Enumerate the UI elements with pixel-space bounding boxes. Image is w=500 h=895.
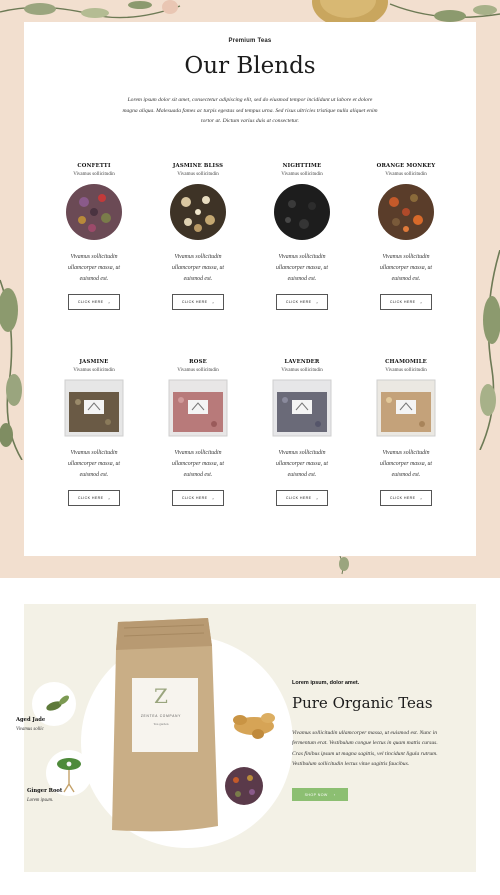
button-label: CLICK HERE <box>181 300 208 304</box>
product-name: ORANGE MONKEY <box>376 163 436 169</box>
click-here-button[interactable]: CLICK HERE › <box>172 490 224 506</box>
tea-blend-icon <box>225 767 263 805</box>
button-label: SHOP NOW <box>304 792 328 797</box>
product-name: CHAMOMILE <box>385 359 427 365</box>
product-card-jasmine: JASMINE Vivamus sollicitudin Vivamus sol… <box>54 359 134 506</box>
blends-card: Premium Teas Our Blends Lorem ipsum dolo… <box>24 22 476 556</box>
arrow-right-icon: › <box>212 495 215 501</box>
tea-bag-lavender-image <box>272 378 332 438</box>
ginger-root-label: Ginger Root <box>27 788 63 794</box>
tea-bag-chamomile-image <box>376 378 436 438</box>
product-name: CONFETTI <box>77 163 111 169</box>
bag-logo: Z <box>154 684 168 708</box>
product-description: Vivamus sollicitudin ullamcorper massa, … <box>67 254 120 282</box>
feature-eyebrow: Lorem ipsum, dolor amet. <box>292 680 360 686</box>
aged-jade-subtitle: Vivamus sollic <box>16 727 44 732</box>
product-subtitle: Vivamus sollicitudin <box>385 172 427 177</box>
arrow-right-icon: › <box>420 495 423 501</box>
bag-tagline: Tea garden <box>153 722 169 726</box>
button-label: CLICK HERE <box>389 300 416 304</box>
product-description: Vivamus sollicitudin ullamcorper massa, … <box>275 254 328 282</box>
ginger-root-icon <box>233 713 275 739</box>
arrow-right-icon: › <box>108 299 111 305</box>
loose-leaf-tea-nighttime-image <box>272 182 332 242</box>
arrow-right-icon: › <box>212 299 215 305</box>
product-subtitle: Vivamus sollicitudin <box>73 172 115 177</box>
click-here-button[interactable]: CLICK HERE › <box>380 490 432 506</box>
arrow-right-icon: › <box>420 299 423 305</box>
paper-tea-bag-image <box>112 618 218 832</box>
click-here-button[interactable]: CLICK HERE › <box>68 294 120 310</box>
product-description: Vivamus sollicitudin ullamcorper massa, … <box>67 450 120 478</box>
intro-paragraph: Lorem ipsum dolor sit amet, consectetur … <box>122 97 378 124</box>
botanical-branch-right <box>479 250 500 450</box>
button-label: CLICK HERE <box>181 496 208 500</box>
feature-body: Vivamus sollicitudin ullamcorper massa, … <box>292 730 438 767</box>
feature-title: Pure Organic Teas <box>292 694 433 712</box>
product-card-orange-monkey: ORANGE MONKEY Vivamus sollicitudin Vivam… <box>366 163 446 310</box>
leaf-sprig-icon <box>46 695 69 711</box>
aged-jade-label: Aged Jade <box>16 717 46 723</box>
arrow-right-icon: › <box>108 495 111 501</box>
button-label: CLICK HERE <box>285 496 312 500</box>
button-label: CLICK HERE <box>77 300 104 304</box>
section-eyebrow: Premium Teas <box>228 38 272 44</box>
bag-brand: ZENTEA COMPANY <box>140 714 182 718</box>
product-subtitle: Vivamus sollicitudin <box>177 172 219 177</box>
product-card-nighttime: NIGHTTIME Vivamus sollicitudin Vivamus s… <box>262 163 342 310</box>
product-description: Vivamus sollicitudin ullamcorper massa, … <box>171 254 224 282</box>
click-here-button[interactable]: CLICK HERE › <box>172 294 224 310</box>
product-subtitle: Vivamus sollicitudin <box>385 368 427 373</box>
product-description: Vivamus sollicitudin ullamcorper massa, … <box>171 450 224 478</box>
loose-leaf-tea-confetti-image <box>64 182 124 242</box>
product-name: JASMINE BLISS <box>172 163 224 169</box>
loose-leaf-tea-orange-monkey-image <box>376 182 436 242</box>
click-here-button[interactable]: CLICK HERE › <box>276 294 328 310</box>
product-subtitle: Vivamus sollicitudin <box>177 368 219 373</box>
click-here-button[interactable]: CLICK HERE › <box>68 490 120 506</box>
product-card-lavender: LAVENDER Vivamus sollicitudin Vivamus so… <box>262 359 342 506</box>
click-here-button[interactable]: CLICK HERE › <box>380 294 432 310</box>
button-label: CLICK HERE <box>389 496 416 500</box>
arrow-right-icon: › <box>316 495 319 501</box>
bag-label: Z ZENTEA COMPANY Tea garden <box>136 684 186 726</box>
button-label: CLICK HERE <box>77 496 104 500</box>
botanical-leaf-bottom <box>339 556 349 575</box>
ginger-root-subtitle: Lorem ipsum. <box>27 798 54 803</box>
button-label: CLICK HERE <box>285 300 312 304</box>
tea-bag-jasmine-image <box>64 378 124 438</box>
product-description: Vivamus sollicitudin ullamcorper massa, … <box>275 450 328 478</box>
botanical-branch-left <box>0 279 23 460</box>
product-card-jasmine-bliss: JASMINE BLISS Vivamus sollicitudin Vivam… <box>158 163 238 310</box>
arrow-right-icon: › <box>333 792 336 797</box>
product-name: LAVENDER <box>284 359 320 365</box>
product-name: JASMINE <box>79 359 109 365</box>
product-description: Vivamus sollicitudin ullamcorper massa, … <box>379 450 432 478</box>
product-card-chamomile: CHAMOMILE Vivamus sollicitudin Vivamus s… <box>366 359 446 506</box>
product-card-confetti: CONFETTI Vivamus sollicitudin Vivamus so… <box>54 163 134 310</box>
click-here-button[interactable]: CLICK HERE › <box>276 490 328 506</box>
feature-panel: Aged Jade Vivamus sollic Ginger Root Lor… <box>16 604 476 872</box>
tea-bag-rose-image <box>168 378 228 438</box>
product-description: Vivamus sollicitudin ullamcorper massa, … <box>379 254 432 282</box>
product-name: ROSE <box>189 359 207 365</box>
arrow-right-icon: › <box>316 299 319 305</box>
product-subtitle: Vivamus sollicitudin <box>281 172 323 177</box>
product-card-rose: ROSE Vivamus sollicitudin Vivamus sollic… <box>158 359 238 506</box>
loose-leaf-tea-jasmine-bliss-image <box>168 182 228 242</box>
product-subtitle: Vivamus sollicitudin <box>281 368 323 373</box>
page-title: Our Blends <box>184 53 316 79</box>
product-subtitle: Vivamus sollicitudin <box>73 368 115 373</box>
product-name: NIGHTTIME <box>282 163 322 169</box>
shop-now-button[interactable]: SHOP NOW › <box>292 788 348 801</box>
